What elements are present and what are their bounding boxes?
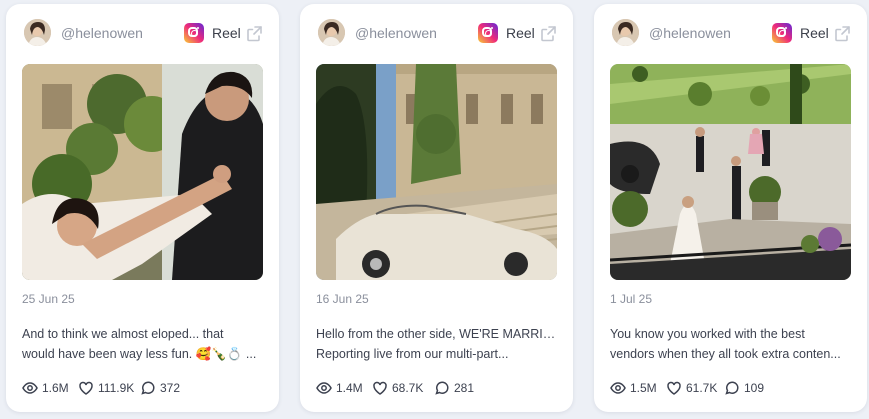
post-card[interactable]: @helenowen Reel 1 Jul 25 You know you wo… — [594, 4, 867, 412]
heart-icon — [79, 381, 93, 395]
comment-icon — [725, 381, 739, 395]
post-card[interactable]: @helenowen Reel 25 Jun 25 And to think w… — [6, 4, 279, 412]
post-type-label: Reel — [212, 25, 241, 41]
caption-line: vendors when they all took extra conten.… — [610, 347, 841, 361]
post-header: @helenowen Reel — [318, 18, 557, 48]
post-date: 16 Jun 25 — [316, 292, 369, 306]
caption-line: would have been way less fun. 🥰🍾💍 ... — [22, 347, 257, 361]
heart-icon — [667, 381, 681, 395]
external-link-icon[interactable] — [246, 25, 263, 42]
caption-line: Reporting live from our multi-part... — [316, 347, 509, 361]
post-header: @helenowen Reel — [612, 18, 851, 48]
post-header: @helenowen Reel — [24, 18, 263, 48]
post-thumbnail[interactable] — [316, 64, 557, 280]
views-count: 1.4M — [336, 381, 363, 395]
post-caption[interactable]: You know you worked with the best vendor… — [610, 324, 855, 364]
comments-count: 281 — [454, 381, 475, 395]
eye-icon — [22, 382, 38, 394]
eye-icon — [316, 382, 332, 394]
post-caption[interactable]: And to think we almost eloped... that wo… — [22, 324, 267, 364]
post-caption[interactable]: Hello from the other side, WE'RE MARRIED… — [316, 324, 561, 364]
eye-icon — [610, 382, 626, 394]
post-date: 25 Jun 25 — [22, 292, 75, 306]
views-count: 1.6M — [42, 381, 69, 395]
post-type-label: Reel — [506, 25, 535, 41]
username[interactable]: @helenowen — [649, 25, 731, 41]
caption-line: You know you worked with the best — [610, 327, 805, 341]
avatar[interactable] — [612, 19, 639, 46]
instagram-icon — [478, 23, 498, 43]
post-thumbnail[interactable] — [22, 64, 263, 280]
heart-icon — [373, 381, 387, 395]
username[interactable]: @helenowen — [355, 25, 437, 41]
username[interactable]: @helenowen — [61, 25, 143, 41]
instagram-icon — [772, 23, 792, 43]
avatar[interactable] — [24, 19, 51, 46]
post-thumbnail[interactable] — [610, 64, 851, 280]
comments-count: 109 — [744, 381, 765, 395]
post-card[interactable]: @helenowen Reel 16 Jun 25 Hello from the… — [300, 4, 573, 412]
likes-count: 68.7K — [392, 381, 424, 395]
post-date: 1 Jul 25 — [610, 292, 653, 306]
avatar[interactable] — [318, 19, 345, 46]
comment-icon — [435, 381, 449, 395]
external-link-icon[interactable] — [540, 25, 557, 42]
post-type-label: Reel — [800, 25, 829, 41]
views-count: 1.5M — [630, 381, 657, 395]
comment-icon — [141, 381, 155, 395]
caption-line: And to think we almost eloped... that — [22, 327, 224, 341]
instagram-icon — [184, 23, 204, 43]
comments-count: 372 — [160, 381, 181, 395]
external-link-icon[interactable] — [834, 25, 851, 42]
likes-count: 61.7K — [686, 381, 718, 395]
caption-line: Hello from the other side, WE'RE MARRIED… — [316, 327, 561, 341]
likes-count: 111.9K — [98, 381, 135, 395]
